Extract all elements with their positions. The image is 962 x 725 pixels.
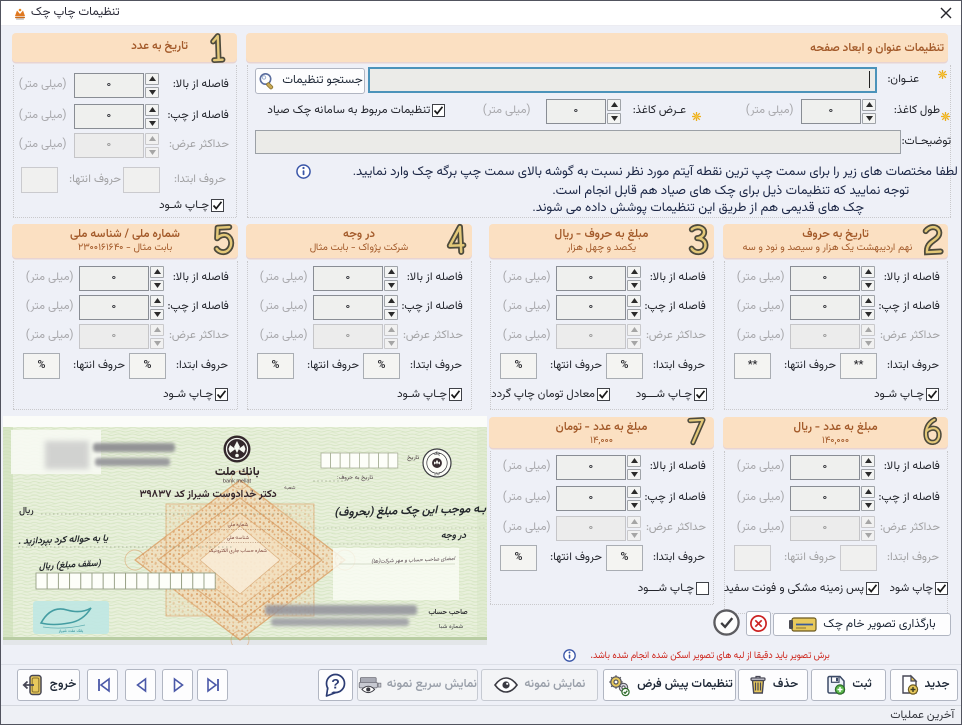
svg-text:تاریخ: تاریخ	[407, 454, 420, 463]
svg-text:ایران: ایران	[434, 472, 440, 477]
svg-text:شناسه ملی: شناسه ملی	[227, 534, 249, 542]
svg-text:شعبه: شعبه	[284, 484, 295, 492]
svg-text:شماره ملی: شماره ملی	[228, 521, 249, 529]
svg-text:دکتر خدادوست شیراز کد ۳۹۸۳۷: دکتر خدادوست شیراز کد ۳۹۸۳۷	[138, 486, 277, 503]
svg-text:bank mellat: bank mellat	[223, 479, 252, 485]
svg-text:‫تاریخ به حروف:‬: ‫تاریخ به حروف:‬	[337, 474, 374, 483]
svg-text:در وجه: در وجه	[441, 529, 467, 543]
svg-text:چک: چک	[433, 451, 441, 458]
svg-text:ریال: ریال	[19, 504, 33, 518]
svg-text:?: ?	[331, 675, 340, 691]
svg-text:شماره شبا: شماره شبا	[439, 623, 463, 632]
svg-text:بانک ملت شیراز: بانک ملت شیراز	[58, 629, 84, 635]
svg-text:صاحب حساب: صاحب حساب	[428, 607, 469, 618]
svg-text:شماره حساب جاری الکترونیک: شماره حساب جاری الکترونیک	[209, 547, 267, 555]
